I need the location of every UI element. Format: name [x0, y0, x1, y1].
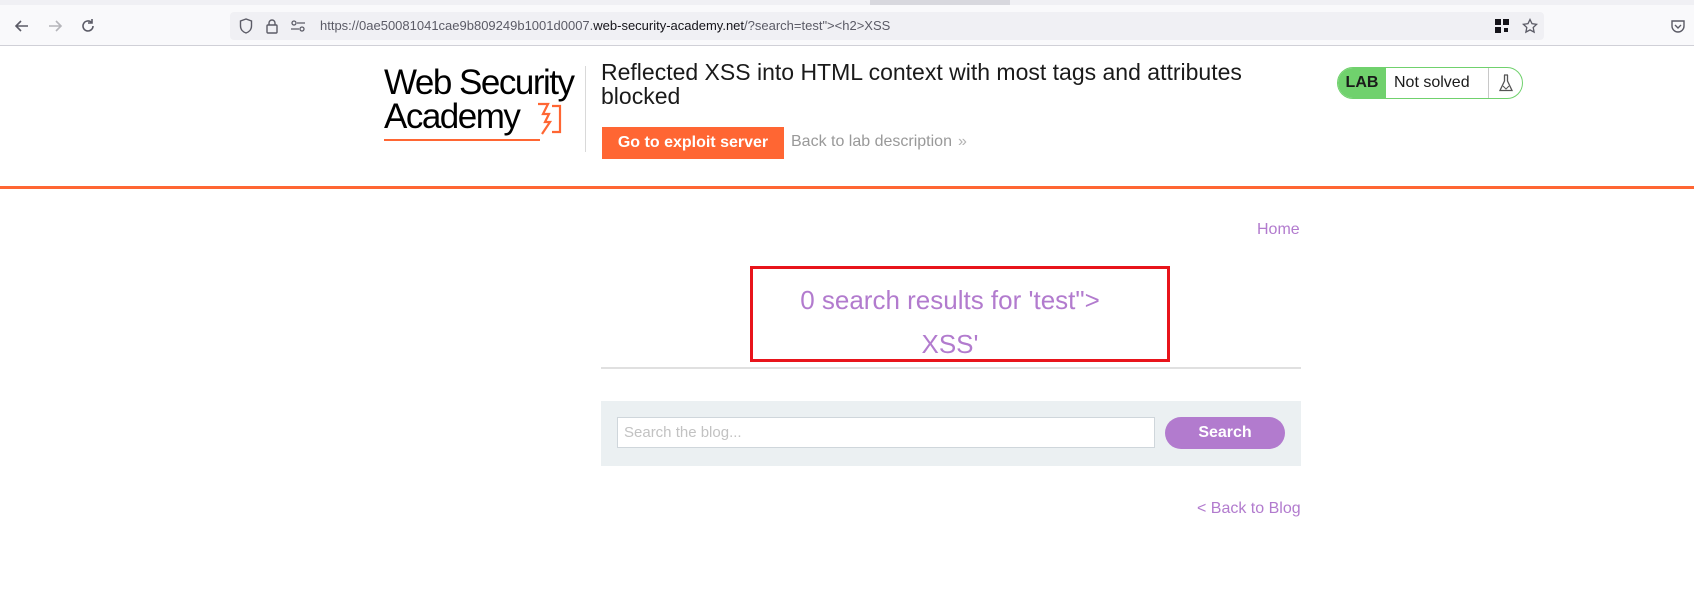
logo-underline [384, 139, 540, 141]
search-panel: Search [601, 401, 1301, 466]
address-bar[interactable]: https://0ae50081041cae9b809249b1001d0007… [230, 12, 1544, 40]
results-divider [601, 367, 1301, 369]
lab-status-widget: LAB Not solved [1337, 67, 1523, 99]
lab-title: Reflected XSS into HTML context with mos… [601, 59, 1242, 109]
permissions-icon[interactable] [290, 18, 306, 34]
extensions-icon[interactable] [1494, 18, 1510, 34]
highlight-annotation-box [750, 266, 1170, 362]
url-suffix: /?search=test"><h2>XSS [744, 18, 891, 33]
logo-lightning-icon [538, 102, 562, 135]
logo-line-2: Academy [384, 97, 521, 136]
search-button[interactable]: Search [1165, 417, 1285, 449]
url-text[interactable]: https://0ae50081041cae9b809249b1001d0007… [320, 18, 890, 33]
url-domain: web-security-academy.net [593, 18, 745, 33]
header-divider [585, 66, 586, 152]
flask-icon [1488, 68, 1522, 98]
reload-icon[interactable] [79, 17, 97, 35]
url-prefix: https://0ae50081041cae9b809249b1001d0007… [320, 18, 594, 33]
shield-icon[interactable] [238, 18, 254, 34]
double-chevron-icon: » [957, 133, 967, 150]
exploit-server-button[interactable]: Go to exploit server [602, 127, 784, 159]
lab-status-text: Not solved [1394, 74, 1470, 91]
web-security-academy-logo[interactable]: Web Security Academy [384, 64, 584, 144]
bookmark-star-icon[interactable] [1522, 18, 1538, 34]
browser-toolbar: https://0ae50081041cae9b809249b1001d0007… [0, 5, 1694, 46]
back-to-lab-description-link[interactable]: Back to lab description » [791, 133, 967, 151]
back-to-blog-link[interactable]: < Back to Blog [1197, 500, 1301, 518]
search-input[interactable] [617, 417, 1155, 448]
lab-status-badge: LAB [1338, 68, 1386, 98]
forward-icon[interactable] [46, 17, 64, 35]
lab-header: Web Security Academy Reflected XSS into … [0, 46, 1694, 189]
pocket-icon[interactable] [1668, 16, 1688, 36]
back-to-lab-description-label: Back to lab description [791, 133, 952, 150]
lock-icon[interactable] [264, 18, 280, 34]
home-link[interactable]: Home [1257, 221, 1300, 239]
back-icon[interactable] [13, 17, 31, 35]
